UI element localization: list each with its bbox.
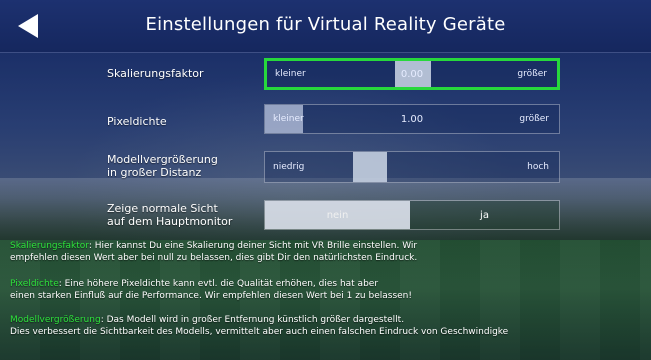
help-model: Modellvergrößerung: Das Modell wird in g… [10, 314, 650, 338]
model-min-label: niedrig [273, 162, 305, 172]
help-pixel: Pixeldichte: Eine höhere Pixeldichte kan… [10, 278, 650, 302]
scale-max-label: größer [517, 69, 547, 79]
pixel-label: Pixeldichte [107, 115, 167, 128]
pixel-slider[interactable]: kleiner 1.00 größer [264, 104, 560, 134]
monitor-toggle[interactable]: nein ja [264, 200, 560, 230]
scale-value: 0.00 [400, 68, 424, 80]
pixel-max-label: größer [519, 114, 549, 124]
help-pixel-line1: : Eine höhere Pixeldichte kann evtl. die… [58, 279, 379, 289]
monitor-label-line1: Zeige normale Sicht [107, 202, 218, 215]
pixel-value: 1.00 [400, 113, 424, 125]
page-title: Einstellungen für Virtual Reality Geräte [145, 14, 506, 35]
monitor-toggle-ja[interactable]: ja [410, 201, 559, 229]
model-max-label: hoch [527, 162, 549, 172]
model-label-line2: in großer Distanz [107, 166, 202, 179]
help-pixel-term: Pixeldichte [10, 279, 59, 289]
help-scale-term: Skalierungsfaktor [10, 241, 89, 251]
help-model-line1: : Das Modell wird in großer Entfernung k… [100, 315, 405, 325]
help-scale-line2: empfehlen diesen Wert aber bei null zu b… [10, 253, 418, 263]
help-scale: Skalierungsfaktor: Hier kannst Du eine S… [10, 240, 650, 264]
monitor-label: Zeige normale Sicht auf dem Hauptmonitor [107, 202, 232, 228]
model-slider[interactable]: niedrig hoch [264, 151, 560, 183]
scale-slider[interactable]: kleiner 0.00 größer [264, 58, 560, 90]
help-scale-line1: : Hier kannst Du eine Skalierung deiner … [88, 241, 418, 251]
header-bar: Einstellungen für Virtual Reality Geräte [0, 0, 651, 53]
monitor-label-line2: auf dem Hauptmonitor [107, 215, 233, 228]
monitor-toggle-nein[interactable]: nein [265, 201, 410, 229]
help-model-term: Modellvergrößerung [10, 315, 101, 325]
model-label: Modellvergrößerung in großer Distanz [107, 153, 218, 179]
model-slider-knob[interactable] [353, 152, 387, 182]
help-model-line2: Dies verbessert die Sichtbarkeit des Mod… [10, 327, 509, 337]
help-pixel-line2: einen starken Einfluß auf die Performanc… [10, 291, 412, 301]
model-label-line1: Modellvergrößerung [107, 153, 218, 166]
scale-label: Skalierungsfaktor [107, 67, 204, 80]
